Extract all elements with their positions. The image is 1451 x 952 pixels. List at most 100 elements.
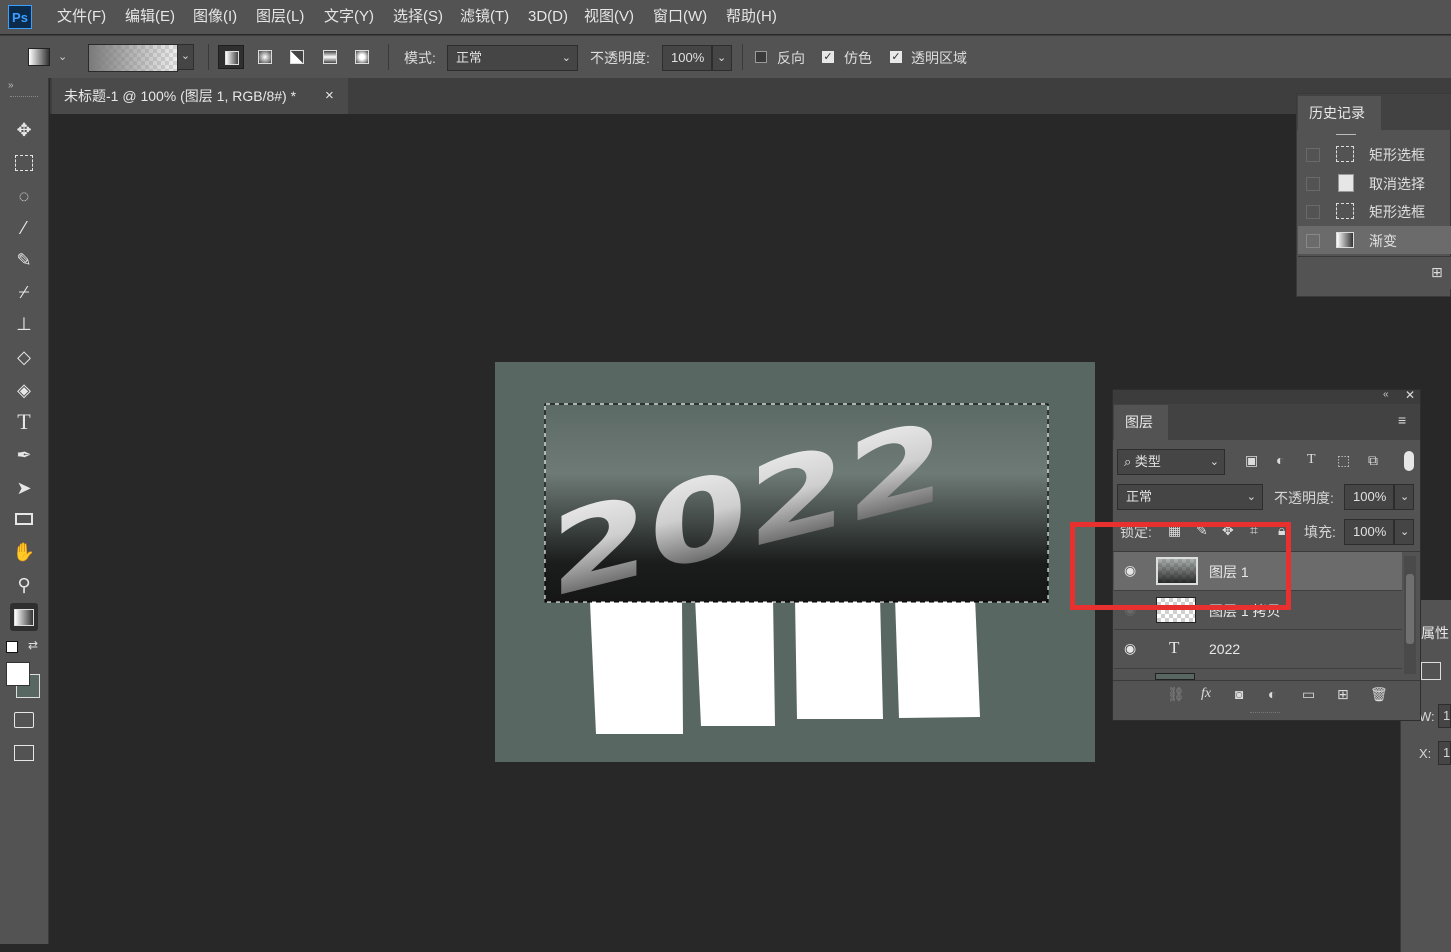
canvas-artwork: 2022	[544, 394, 1049, 734]
filter-smart-object-icon[interactable]: ⧉	[1368, 452, 1378, 469]
filter-shape-icon[interactable]: ⬚	[1337, 452, 1350, 469]
magic-wand-tool-icon[interactable]: ⁄	[10, 214, 38, 242]
properties-tab[interactable]: 属性	[1421, 618, 1451, 648]
mode-select[interactable]: 正常 ⌄	[447, 45, 578, 71]
chevron-down-icon[interactable]: ⌄	[58, 50, 67, 63]
screen-mode-icon[interactable]	[10, 739, 38, 767]
opacity-input[interactable]: 100%	[662, 45, 712, 71]
layer-opacity-input[interactable]: 100%	[1344, 484, 1394, 510]
menu-3d[interactable]: 3D(D)	[528, 0, 568, 34]
eyedropper-tool-icon[interactable]: ✎	[10, 246, 38, 274]
fx-icon[interactable]: fx	[1201, 686, 1211, 702]
link-layers-icon[interactable]: ⛓	[1167, 686, 1185, 703]
pen-tool-icon[interactable]: ✒	[10, 441, 38, 469]
layer-opacity-dropdown-icon[interactable]: ⌄	[1394, 484, 1414, 510]
swap-colors-icon[interactable]: ⇄	[28, 638, 38, 652]
layers-tab[interactable]: 图层	[1114, 405, 1168, 440]
history-item-label: 取消选择	[1369, 176, 1425, 192]
gradient-tool-icon[interactable]	[10, 603, 38, 631]
radial-gradient-button[interactable]	[252, 45, 278, 69]
panel-menu-icon[interactable]: ≡	[1398, 412, 1406, 428]
folder-icon[interactable]: ▭	[1302, 686, 1315, 703]
close-icon[interactable]: ×	[325, 78, 334, 114]
reverse-checkbox[interactable]	[755, 51, 767, 63]
gradient-tool-icon[interactable]	[28, 48, 50, 66]
lasso-tool-icon[interactable]: ◌	[10, 182, 38, 210]
expand-icon[interactable]: »	[8, 80, 14, 91]
history-item-selected[interactable]: 渐变	[1298, 226, 1451, 254]
menu-layer[interactable]: 图层(L)	[256, 0, 304, 34]
blend-mode-select[interactable]: 正常 ⌄	[1117, 484, 1263, 510]
history-tab[interactable]: 历史记录	[1298, 96, 1381, 130]
brush-tool-icon[interactable]: ⌿	[10, 278, 38, 306]
properties-w-label: W:	[1419, 709, 1435, 724]
chevron-down-icon: ⌄	[1246, 491, 1256, 503]
history-snapshot-box[interactable]	[1306, 205, 1320, 219]
filter-pixel-icon[interactable]: ▣	[1245, 452, 1258, 469]
history-item[interactable]: 矩形选框	[1298, 197, 1451, 225]
type-tool-icon[interactable]: T	[10, 408, 38, 436]
collapse-icon[interactable]: «	[1383, 389, 1389, 400]
menu-edit[interactable]: 编辑(E)	[125, 0, 175, 34]
resize-grip-icon[interactable]	[1250, 712, 1280, 717]
layer-row[interactable]: ◉ T 2022	[1114, 630, 1402, 669]
fill-dropdown-icon[interactable]: ⌄	[1394, 519, 1414, 545]
properties-x-input[interactable]: 1	[1438, 741, 1451, 765]
adjustment-layer-icon[interactable]: ◐	[1268, 686, 1276, 702]
reflected-gradient-button[interactable]	[317, 45, 343, 69]
menu-help[interactable]: 帮助(H)	[726, 0, 777, 34]
layer-name[interactable]: 2022	[1209, 641, 1240, 657]
eye-icon[interactable]: ◉	[1124, 640, 1136, 657]
close-icon[interactable]: ✕	[1405, 388, 1415, 402]
gradient-picker[interactable]	[88, 44, 178, 72]
document-canvas[interactable]: 2022	[495, 362, 1095, 762]
foreground-color-swatch[interactable]	[6, 662, 30, 686]
linear-gradient-button[interactable]	[218, 45, 244, 69]
menu-type[interactable]: 文字(Y)	[324, 0, 374, 34]
eraser-tool-icon[interactable]: ◇	[10, 343, 38, 371]
layer-filter-select[interactable]: ⌕ 类型 ⌄	[1117, 449, 1225, 475]
history-item[interactable]: 取消选择	[1298, 169, 1451, 197]
opacity-dropdown-icon[interactable]: ⌄	[712, 45, 732, 71]
angle-gradient-button[interactable]	[284, 45, 310, 69]
menu-window[interactable]: 窗口(W)	[653, 0, 707, 34]
quick-mask-icon[interactable]	[10, 706, 38, 734]
document-tab[interactable]: 未标题-1 @ 100% (图层 1, RGB/8#) * ×	[52, 78, 348, 114]
transparency-checkbox[interactable]: ✓	[890, 51, 902, 63]
new-layer-icon[interactable]: ⊞	[1337, 686, 1349, 703]
layer-list-scrollbar[interactable]	[1404, 556, 1416, 674]
history-item[interactable]: 矩形选框	[1298, 140, 1451, 168]
grip-icon[interactable]	[10, 96, 38, 100]
history-snapshot-box[interactable]	[1306, 234, 1320, 248]
new-snapshot-icon[interactable]: ⊞	[1431, 264, 1443, 281]
menu-file[interactable]: 文件(F)	[57, 0, 106, 34]
marquee-icon	[1336, 146, 1354, 162]
default-colors-icon[interactable]	[6, 641, 18, 653]
gradient-dropdown-chevron-icon[interactable]: ⌄	[177, 44, 194, 70]
zoom-tool-icon[interactable]: ⚲	[10, 571, 38, 599]
marquee-tool-icon[interactable]	[10, 149, 38, 177]
menu-image[interactable]: 图像(I)	[193, 0, 237, 34]
move-tool-icon[interactable]: ✥	[10, 116, 38, 144]
stamp-tool-icon[interactable]: ⊥	[10, 310, 38, 338]
dither-checkbox[interactable]: ✓	[822, 51, 834, 63]
paint-bucket-tool-icon[interactable]: ◈	[10, 376, 38, 404]
menu-select[interactable]: 选择(S)	[393, 0, 443, 34]
filter-toggle[interactable]	[1404, 451, 1414, 471]
history-snapshot-box[interactable]	[1306, 177, 1320, 191]
path-select-tool-icon[interactable]: ➤	[10, 474, 38, 502]
rectangle-tool-icon[interactable]	[10, 506, 38, 534]
filter-type-icon[interactable]: T	[1307, 452, 1316, 468]
fill-input[interactable]: 100%	[1344, 519, 1394, 545]
diamond-gradient-button[interactable]	[349, 45, 375, 69]
add-mask-icon[interactable]: ◙	[1235, 686, 1243, 702]
dither-label: 仿色	[844, 50, 872, 66]
text-layer-icon: T	[1169, 638, 1180, 657]
menu-filter[interactable]: 滤镜(T)	[460, 0, 509, 34]
history-snapshot-box[interactable]	[1306, 148, 1320, 162]
trash-icon[interactable]: 🗑︎	[1370, 686, 1388, 703]
properties-w-input[interactable]: 1	[1438, 704, 1451, 728]
hand-tool-icon[interactable]: ✋	[10, 538, 38, 566]
filter-adjustment-icon[interactable]: ◐	[1276, 452, 1284, 468]
menu-view[interactable]: 视图(V)	[584, 0, 634, 34]
